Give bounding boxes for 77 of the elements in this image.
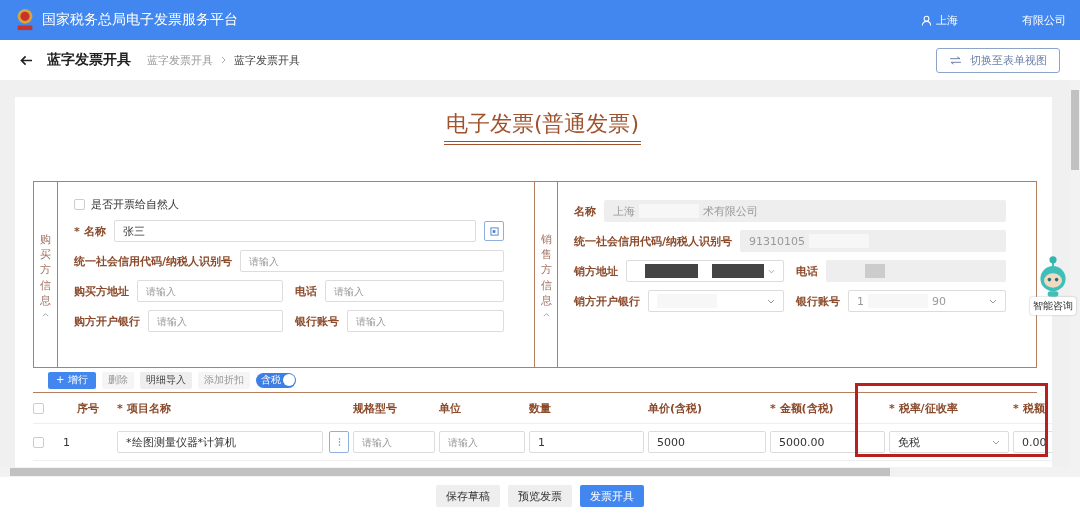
field-label: 银行账号 [295,313,339,329]
chevron-right-icon [221,56,226,64]
table-cell-text: 1 [63,435,71,449]
assistant-label[interactable]: 智能咨询 [1030,297,1076,315]
field-label: 银行账号 [796,293,840,309]
footer-button[interactable]: 保存草稿 [436,485,500,507]
page-title: 蓝字发票开具 [47,51,131,69]
select-field[interactable]: 免税 [889,431,1009,453]
switch-view-button[interactable]: 切换至表单视图 [936,47,1060,73]
checkbox[interactable] [74,198,85,210]
column-header: * 项目名称 [117,400,172,416]
input-field[interactable]: 请输入 [325,280,504,302]
select-all-checkbox[interactable] [33,402,44,414]
buyer-section-label: 购买方信息 [40,231,51,309]
input-field[interactable]: 张三 [113,220,476,242]
footer-button[interactable]: 发票开具 [580,485,644,507]
breadcrumb-item[interactable]: 蓝字发票开具 [147,52,213,68]
field-label: 购方开户银行 [74,313,140,329]
cell-input[interactable]: 请输入 [353,431,435,453]
input-field[interactable]: 请输入 [148,310,283,332]
input-field[interactable]: 请输入 [347,310,504,332]
readonly-field: 91310105 [740,230,1006,252]
swap-arrows-icon [949,55,962,65]
chevron-down-icon [768,268,775,274]
select-field[interactable] [626,260,784,282]
footer-button[interactable]: 预览发票 [508,485,572,507]
field-label: 名称 [574,203,596,219]
field-label: 销方开户银行 [574,293,640,309]
more-button[interactable] [329,431,349,453]
platform-title: 国家税务总局电子发票服务平台 [42,11,238,29]
cell-input[interactable]: 5000.00 [770,431,885,453]
seller-section-label: 销售方信息 [540,231,552,309]
user-icon [921,14,932,26]
input-field[interactable]: 请输入 [137,280,283,302]
invoice-title: 电子发票(普通发票) [443,109,642,145]
field-label: 购买方地址 [74,283,129,299]
chevron-down-icon [992,439,1000,445]
add-row-button[interactable]: + 增行 [48,371,96,389]
field-label: 统一社会信用代码/纳税人识别号 [574,233,733,249]
company-name[interactable]: 有限公司 [1022,12,1066,28]
input-field[interactable]: 请输入 [240,250,504,272]
field-label: 销方地址 [574,263,618,279]
readonly-field: 上海 术有限公司 [604,200,1006,222]
column-header: 规格型号 [353,400,398,416]
row-checkbox[interactable] [33,436,44,448]
column-header: 序号 [76,400,100,416]
field-label: 电话 [295,283,317,299]
more-dots-icon [337,437,341,447]
select-field[interactable]: 1 90 [848,290,1006,312]
section-side-label[interactable]: 购买方信息 [34,182,58,367]
cell-input[interactable]: 5000 [648,431,766,453]
natural-person-label: 是否开票给自然人 [91,196,179,212]
collapse-caret-icon[interactable] [42,312,49,318]
user-region[interactable]: 上海 [936,12,958,28]
column-header: 单价(含税) [648,400,704,416]
field-label: * 名称 [74,223,106,239]
select-field[interactable] [648,290,784,312]
cell-input[interactable]: 请输入 [439,431,525,453]
picker-icon [489,226,499,236]
field-label: 电话 [796,263,818,279]
section-side-label[interactable]: 销售方信息 [534,182,558,367]
chevron-down-icon [767,298,775,304]
cell-input[interactable]: *绘图测量仪器*计算机 [117,431,323,453]
column-header: * 金额(含税) [770,400,835,416]
chevron-down-icon [989,298,997,304]
breadcrumb-item: 蓝字发票开具 [234,52,300,68]
column-header: * 税率/征收率 [889,400,959,416]
column-header: 数量 [529,400,552,416]
column-header: * 税额 [1013,400,1046,416]
field-label: 统一社会信用代码/纳税人识别号 [74,253,233,269]
back-arrow-icon[interactable] [20,54,33,66]
cell-input[interactable]: 1 [529,431,644,453]
toolbar-button[interactable]: 明细导入 [139,371,192,389]
picker-button[interactable] [484,221,504,241]
tax-included-switch[interactable]: 含税 [255,372,296,388]
column-header: 单位 [439,400,462,416]
collapse-caret-icon[interactable] [542,312,550,318]
